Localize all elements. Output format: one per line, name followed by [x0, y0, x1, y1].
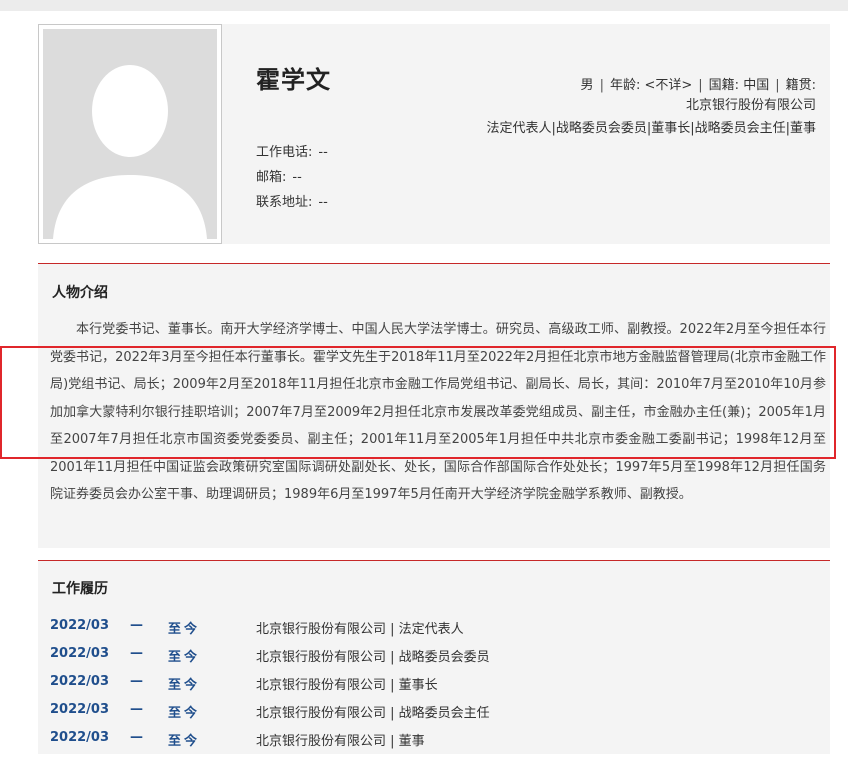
bio-section: 人物介绍 本行党委书记、董事长。南开大学经济学博士、中国人民大学法学博士。研究员… [38, 263, 830, 548]
roles-list: 法定代表人|战略委员会委员|董事长|战略委员会主任|董事 [486, 121, 816, 136]
work-dash: — [130, 730, 143, 745]
work-org: 北京银行股份有限公司 | 董事长 [256, 678, 438, 693]
nationality-label: 国籍: [708, 78, 740, 93]
contact-phone-value: -- [318, 145, 328, 160]
work-org: 北京银行股份有限公司 | 法定代表人 [256, 622, 464, 637]
bio-title: 人物介绍 [52, 285, 108, 301]
age-label: 年龄: [609, 78, 641, 93]
work-org: 北京银行股份有限公司 | 战略委员会委员 [256, 650, 490, 665]
work-start: 2022/03 [50, 646, 110, 661]
work-start: 2022/03 [50, 674, 110, 689]
top-bar [0, 0, 848, 11]
person-name: 霍学文 [256, 66, 331, 94]
work-org: 北京银行股份有限公司 | 战略委员会主任 [256, 706, 490, 721]
work-org: 北京银行股份有限公司 | 董事 [256, 734, 425, 749]
work-row: 2022/03 — 至今 北京银行股份有限公司 | 战略委员会委员 [38, 646, 830, 674]
contact-address: 联系地址: -- [256, 191, 328, 210]
work-dash: — [130, 646, 143, 661]
contact-phone-label: 工作电话: [256, 145, 313, 160]
avatar-placeholder-icon [43, 29, 217, 239]
work-history-section: 工作履历 2022/03 — 至今 北京银行股份有限公司 | 法定代表人 202… [38, 560, 830, 754]
contact-email-value: -- [292, 170, 302, 185]
work-dash: — [130, 702, 143, 717]
work-end: 至今 [168, 650, 201, 665]
work-start: 2022/03 [50, 730, 110, 745]
contact-address-label: 联系地址: [256, 195, 313, 210]
contact-email: 邮箱: -- [256, 166, 302, 185]
contact-email-label: 邮箱: [256, 170, 287, 185]
contact-phone: 工作电话: -- [256, 141, 328, 160]
work-row: 2022/03 — 至今 北京银行股份有限公司 | 法定代表人 [38, 618, 830, 646]
basic-info: 男 | 年龄: <不详> | 国籍: 中国 | 籍贯: [580, 78, 816, 93]
work-start: 2022/03 [50, 618, 110, 633]
work-dash: — [130, 618, 143, 633]
work-end: 至今 [168, 734, 201, 749]
avatar [38, 24, 222, 244]
work-end: 至今 [168, 622, 201, 637]
work-title: 工作履历 [52, 581, 108, 597]
age-value: <不详> [644, 78, 693, 93]
work-dash: — [130, 674, 143, 689]
work-end: 至今 [168, 678, 201, 693]
nationality-value: 中国 [743, 78, 770, 93]
gender: 男 [580, 78, 594, 93]
profile-card: 霍学文 男 | 年龄: <不详> | 国籍: 中国 | 籍贯: 北京银行股份有限公司 法定代… [38, 24, 830, 244]
origin-label: 籍贯: [785, 78, 816, 93]
work-row: 2022/03 — 至今 北京银行股份有限公司 | 战略委员会主任 [38, 702, 830, 730]
work-row: 2022/03 — 至今 北京银行股份有限公司 | 董事 [38, 730, 830, 758]
work-row: 2022/03 — 至今 北京银行股份有限公司 | 董事长 [38, 674, 830, 702]
work-end: 至今 [168, 706, 201, 721]
company-name: 北京银行股份有限公司 [685, 98, 816, 113]
work-start: 2022/03 [50, 702, 110, 717]
contact-address-value: -- [318, 195, 328, 210]
bio-text: 本行党委书记、董事长。南开大学经济学博士、中国人民大学法学博士。研究员、高级政工… [50, 322, 826, 502]
